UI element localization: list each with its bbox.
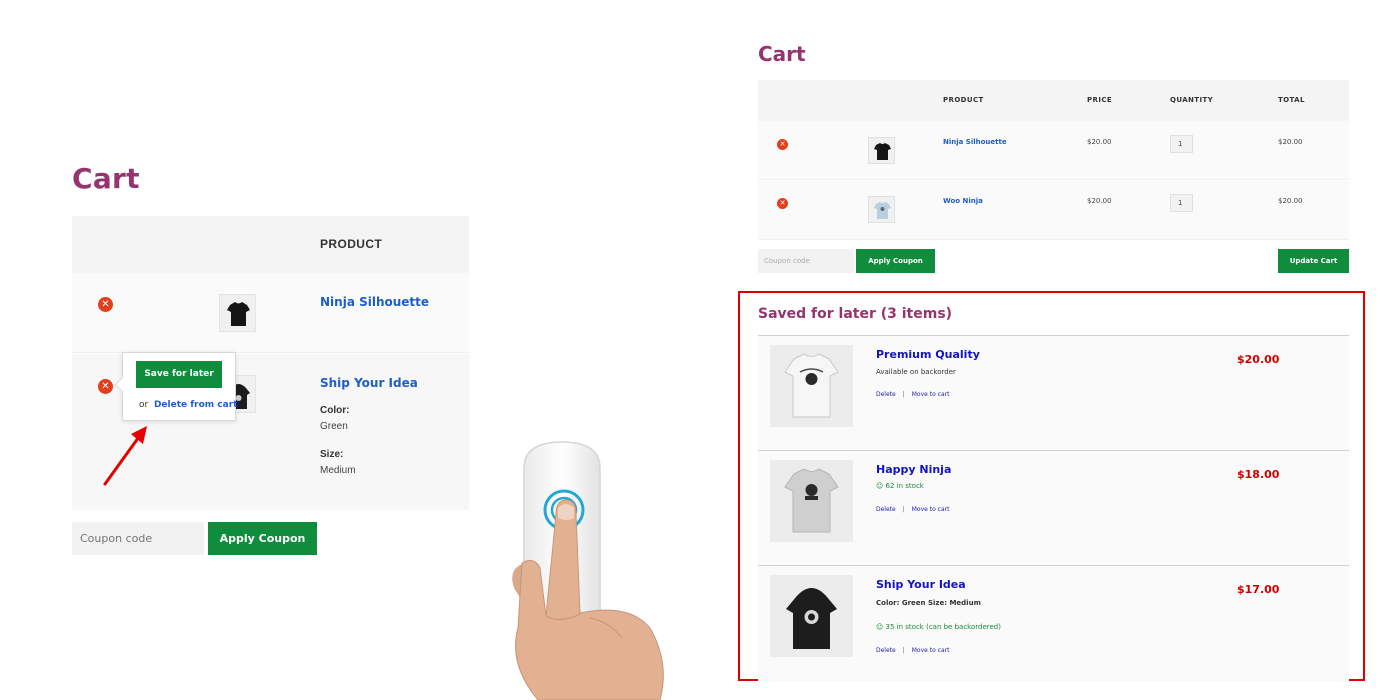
product-link[interactable]: Woo Ninja	[943, 197, 983, 205]
saved-item: Premium Quality Available on backorder D…	[758, 336, 1349, 451]
color-value: Green	[320, 421, 348, 432]
cart-row: ✕ Ninja Silhouette $20.00 1 $20.00	[758, 121, 1349, 180]
quantity-input[interactable]: 1	[1170, 135, 1193, 153]
total-column-header: TOTAL	[1278, 96, 1305, 104]
quantity-column-header: QUANTITY	[1170, 96, 1214, 104]
remove-options-popup: Save for later or Delete from cart	[122, 352, 237, 421]
black-tshirt-icon	[227, 302, 250, 326]
remove-circle-icon[interactable]: ✕	[98, 379, 113, 394]
size-value: Medium	[320, 465, 356, 476]
save-for-later-button[interactable]: Save for later	[136, 361, 222, 388]
item-price: $20.00	[1087, 138, 1112, 146]
left-cart-header: PRODUCT	[72, 216, 469, 273]
saved-item-actions: Delete | Move to cart	[876, 506, 949, 513]
right-cart-title: Cart	[758, 42, 806, 66]
remove-circle-icon[interactable]: ✕	[777, 198, 788, 209]
red-arrow-icon	[103, 426, 147, 486]
delete-link[interactable]: Delete	[876, 506, 896, 513]
saved-item-name[interactable]: Ship Your Idea	[876, 578, 966, 591]
remove-circle-icon[interactable]: ✕	[777, 139, 788, 150]
size-label: Size:	[320, 449, 344, 460]
color-label: Color:	[320, 405, 350, 416]
product-thumbnail[interactable]	[219, 294, 256, 332]
stock-text: 62 in stock	[885, 482, 924, 490]
update-cart-button[interactable]: Update Cart	[1278, 249, 1349, 273]
saved-item-price: $18.00	[1237, 468, 1280, 481]
item-total: $20.00	[1278, 138, 1303, 146]
product-thumbnail[interactable]	[868, 137, 895, 164]
saved-item: Happy Ninja ☺ 62 in stock Delete | Move to…	[758, 451, 1349, 566]
black-tshirt-icon	[874, 143, 891, 160]
product-thumbnail[interactable]	[770, 460, 853, 542]
delete-from-cart-link[interactable]: Delete from cart	[154, 400, 238, 410]
product-link[interactable]: Ship Your Idea	[320, 376, 418, 390]
page: Cart PRODUCT ✕ Ninja Silhouette ✕ Ship Y…	[0, 0, 1400, 700]
apply-coupon-button[interactable]: Apply Coupon	[856, 249, 935, 273]
light-blue-tshirt-icon	[874, 202, 891, 219]
smiley-icon: ☺	[876, 482, 884, 490]
popup-or-line: or Delete from cart	[139, 400, 237, 410]
variant-info: Color: Green Size: Medium	[876, 599, 981, 607]
price-column-header: PRICE	[1087, 96, 1113, 104]
right-cart-table: PRODUCT PRICE QUANTITY TOTAL ✕ Ninja Sil…	[758, 80, 1349, 241]
white-tshirt-icon	[784, 353, 839, 418]
cart-row-ninja-silhouette: ✕ Ninja Silhouette	[72, 273, 469, 353]
remove-circle-icon[interactable]: ✕	[98, 297, 113, 312]
saved-item-actions: Delete | Move to cart	[876, 647, 949, 654]
stock-status: ☺ 35 in stock (can be backordered)	[876, 623, 1001, 631]
delete-link[interactable]: Delete	[876, 391, 896, 398]
quantity-input[interactable]: 1	[1170, 194, 1193, 212]
saved-for-later-title: Saved for later (3 items)	[758, 306, 953, 322]
move-to-cart-link[interactable]: Move to cart	[912, 391, 950, 398]
stock-text: 35 in stock (can be backordered)	[885, 623, 1001, 631]
saved-item-name[interactable]: Happy Ninja	[876, 463, 951, 476]
saved-item-actions: Delete | Move to cart	[876, 391, 949, 398]
product-column-header: PRODUCT	[943, 96, 984, 104]
left-cart-title: Cart	[72, 162, 140, 195]
saved-item-price: $20.00	[1237, 353, 1280, 366]
product-thumbnail[interactable]	[868, 196, 895, 223]
item-total: $20.00	[1278, 197, 1303, 205]
coupon-code-input[interactable]: Coupon code	[758, 249, 854, 273]
product-thumbnail[interactable]	[770, 345, 853, 427]
move-to-cart-link[interactable]: Move to cart	[912, 647, 950, 654]
action-separator: |	[902, 391, 905, 398]
saved-item-name[interactable]: Premium Quality	[876, 348, 980, 361]
product-link[interactable]: Ninja Silhouette	[943, 138, 1007, 146]
product-column-header: PRODUCT	[320, 237, 383, 251]
hand-clicking-mouse-icon	[512, 441, 664, 700]
coupon-code-input[interactable]	[72, 522, 204, 555]
action-separator: |	[902, 647, 905, 654]
delete-link[interactable]: Delete	[876, 647, 896, 654]
or-text: or	[139, 400, 149, 410]
stock-status: ☺ 62 in stock	[876, 482, 924, 490]
smiley-icon: ☺	[876, 623, 884, 631]
black-hoodie-icon	[786, 588, 837, 649]
product-thumbnail[interactable]	[770, 575, 853, 657]
stock-note: Available on backorder	[876, 368, 956, 376]
move-to-cart-link[interactable]: Move to cart	[912, 506, 950, 513]
cart-row: ✕ Woo Ninja $20.00 1 $20.00	[758, 181, 1349, 240]
gray-tshirt-icon	[784, 468, 839, 533]
action-separator: |	[902, 506, 905, 513]
product-link[interactable]: Ninja Silhouette	[320, 295, 429, 309]
apply-coupon-button[interactable]: Apply Coupon	[208, 522, 317, 555]
right-cart-header: PRODUCT PRICE QUANTITY TOTAL	[758, 80, 1349, 121]
saved-item: Ship Your Idea Color: Green Size: Medium…	[758, 566, 1349, 681]
item-price: $20.00	[1087, 197, 1112, 205]
saved-item-price: $17.00	[1237, 583, 1280, 596]
